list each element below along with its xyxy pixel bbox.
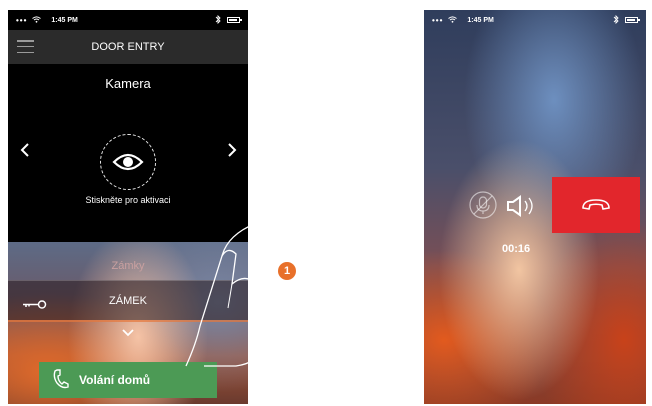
phone-handset-icon: [53, 368, 69, 392]
status-time: 1:45 PM: [467, 16, 494, 24]
chevron-left-icon[interactable]: [20, 142, 30, 162]
battery-icon: [227, 17, 242, 23]
camera-activation-hint: Stiskněte pro aktivaci: [85, 195, 171, 205]
header-bar: DOOR ENTRY: [8, 30, 248, 64]
hang-up-button[interactable]: [552, 177, 640, 233]
call-home-label: Volání domů: [79, 373, 151, 387]
activate-camera-button[interactable]: [100, 134, 156, 190]
hang-up-icon: [582, 199, 610, 210]
bluetooth-icon: [613, 14, 619, 26]
step-badge: 1: [278, 262, 296, 280]
pointing-hand-illustration: [185, 216, 320, 367]
status-time: 1:45 PM: [51, 16, 78, 24]
status-bar: ••• 1:45 PM: [8, 10, 248, 30]
battery-icon: [625, 17, 640, 23]
signal-dots: •••: [16, 15, 28, 25]
camera-title: Kamera: [105, 76, 151, 91]
wifi-icon: [32, 15, 42, 25]
speaker-icon[interactable]: [506, 194, 540, 223]
active-call-screen: ••• 1:45 PM 00:16: [424, 10, 646, 404]
eye-icon: [112, 153, 144, 171]
chevron-down-icon[interactable]: [118, 326, 138, 338]
bluetooth-icon: [215, 14, 221, 26]
microphone-off-icon[interactable]: [468, 190, 498, 225]
hamburger-menu-icon[interactable]: [17, 40, 34, 53]
signal-dots: •••: [432, 15, 444, 25]
page-title: DOOR ENTRY: [91, 41, 165, 53]
wifi-icon: [448, 15, 458, 25]
call-timer: 00:16: [502, 243, 531, 255]
status-bar: ••• 1:45 PM: [424, 10, 646, 30]
chevron-right-icon[interactable]: [227, 142, 237, 162]
